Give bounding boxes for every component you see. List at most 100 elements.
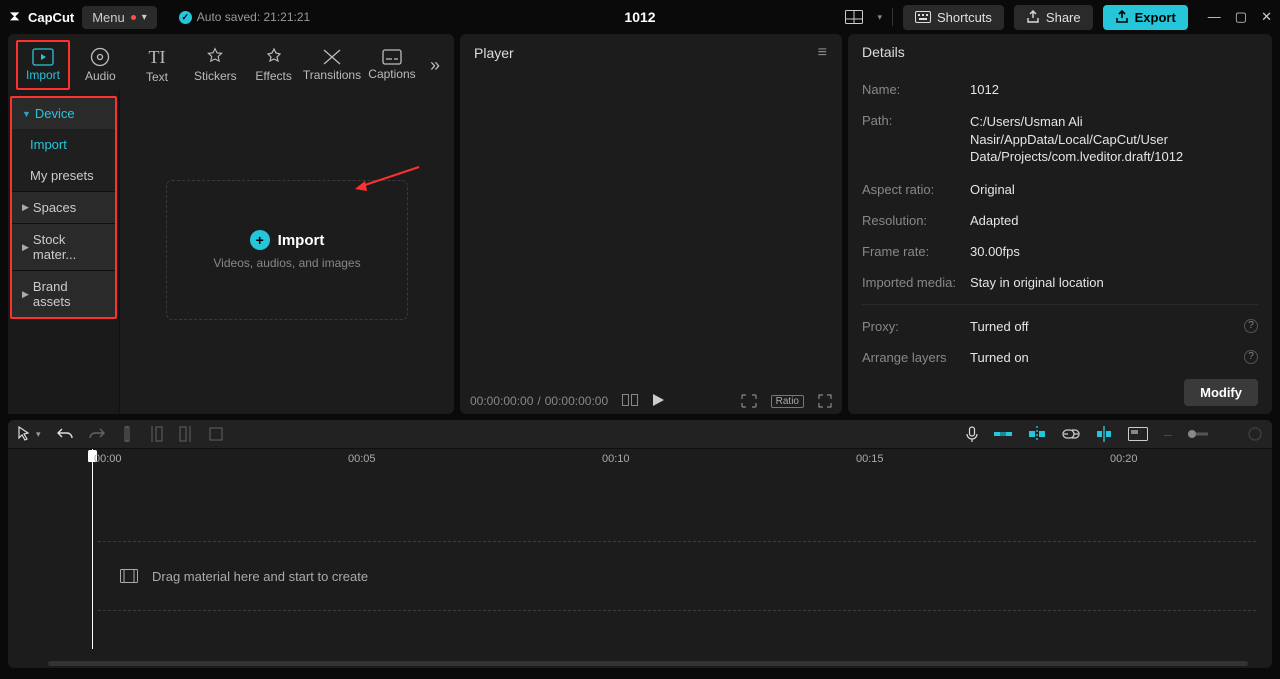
help-icon[interactable]: ? xyxy=(1244,319,1258,333)
tab-import[interactable]: Import xyxy=(16,40,70,90)
tabs-more-button[interactable]: » xyxy=(424,55,446,76)
effects-icon xyxy=(264,47,284,67)
timeline-tracks[interactable]: Drag material here and start to create xyxy=(18,473,1262,668)
timeline-toolbar: ▾ xyxy=(8,420,1272,449)
timeline-scrollbar[interactable] xyxy=(48,661,1248,666)
tree-spaces[interactable]: ▶ Spaces xyxy=(12,192,115,223)
player-menu-button[interactable]: ≡ xyxy=(818,44,828,62)
app-name: CapCut xyxy=(28,10,74,25)
ruler-tick: 00:15 xyxy=(856,453,884,465)
delete-button[interactable] xyxy=(209,427,223,441)
captions-icon xyxy=(382,49,402,65)
caret-right-icon: ▶ xyxy=(22,242,29,253)
tab-effects[interactable]: Effects xyxy=(247,40,300,90)
menu-button[interactable]: Menu ▾ xyxy=(82,6,157,29)
caret-down-icon: ▼ xyxy=(22,109,31,119)
import-button-label: Import xyxy=(278,232,325,249)
export-icon xyxy=(1115,10,1129,24)
arrow-annotation-icon xyxy=(351,163,421,191)
delete-right-button[interactable] xyxy=(179,426,193,442)
magnet-button[interactable] xyxy=(994,427,1012,441)
transitions-icon xyxy=(322,48,342,66)
app-logo: CapCut xyxy=(8,9,74,25)
detail-resolution-label: Resolution: xyxy=(862,213,970,228)
detail-path-value: C:/Users/Usman Ali Nasir/AppData/Local/C… xyxy=(970,113,1258,166)
detail-layers-value: Turned on xyxy=(970,350,1238,365)
shortcuts-button[interactable]: Shortcuts xyxy=(903,5,1004,30)
zoom-fit-button[interactable] xyxy=(1248,427,1262,441)
share-icon xyxy=(1026,10,1040,24)
media-tabs: Import Audio TI Text Stickers xyxy=(8,34,454,90)
import-icon xyxy=(32,48,54,66)
share-button[interactable]: Share xyxy=(1014,5,1093,30)
capcut-icon xyxy=(8,9,24,25)
detail-resolution-value: Adapted xyxy=(970,213,1258,228)
undo-button[interactable] xyxy=(57,427,73,441)
preview-axis-button[interactable] xyxy=(1096,426,1112,442)
timeline-ruler[interactable]: 00:00 00:05 00:10 00:15 00:20 xyxy=(8,449,1272,473)
ruler-tick: 00:05 xyxy=(348,453,376,465)
export-button[interactable]: Export xyxy=(1103,5,1188,30)
snap-button[interactable] xyxy=(1028,426,1046,442)
redo-button[interactable] xyxy=(89,427,105,441)
details-title: Details xyxy=(862,44,905,60)
tree-my-presets[interactable]: My presets xyxy=(12,160,115,191)
player-panel: Player ≡ 00:00:00:00 / 00:00:00:00 Rati xyxy=(460,34,842,414)
tab-stickers[interactable]: Stickers xyxy=(187,40,243,90)
tab-captions[interactable]: Captions xyxy=(364,40,420,90)
detail-name-label: Name: xyxy=(862,82,970,97)
layout-button[interactable] xyxy=(841,6,867,28)
player-controls: 00:00:00:00 / 00:00:00:00 Ratio xyxy=(460,388,842,414)
detail-aspect-label: Aspect ratio: xyxy=(862,182,970,197)
selection-tool[interactable]: ▾ xyxy=(18,426,41,442)
media-panel: Import Audio TI Text Stickers xyxy=(8,34,454,414)
timeline-panel: ▾ xyxy=(8,420,1272,668)
split-button[interactable] xyxy=(121,426,133,442)
zoom-slider[interactable] xyxy=(1188,429,1208,439)
help-icon[interactable]: ? xyxy=(1244,350,1258,364)
tree-brand-assets[interactable]: ▶ Brand assets xyxy=(12,271,115,317)
keyboard-icon xyxy=(915,11,931,23)
ratio-button[interactable]: Ratio xyxy=(771,395,804,408)
play-button[interactable] xyxy=(652,394,664,408)
frame-icon[interactable] xyxy=(741,394,757,408)
maximize-button[interactable]: ▢ xyxy=(1235,9,1247,25)
minimize-button[interactable]: — xyxy=(1208,9,1221,25)
timeline-dropzone[interactable]: Drag material here and start to create xyxy=(98,541,1256,611)
chevron-down-icon: ▾ xyxy=(877,12,882,23)
detail-layers-label: Arrange layers xyxy=(862,350,970,365)
detail-aspect-value: Original xyxy=(970,182,1258,197)
check-circle-icon xyxy=(179,11,192,24)
import-subtext: Videos, audios, and images xyxy=(213,256,360,270)
chevron-down-icon: ▾ xyxy=(36,429,41,440)
stickers-icon xyxy=(205,47,225,67)
delete-left-button[interactable] xyxy=(149,426,163,442)
tab-transitions[interactable]: Transitions xyxy=(304,40,360,90)
ruler-tick: 00:10 xyxy=(602,453,630,465)
import-dropzone[interactable]: + Import Videos, audios, and images xyxy=(166,180,408,320)
cover-button[interactable] xyxy=(1128,427,1148,441)
close-button[interactable]: ✕ xyxy=(1261,9,1272,25)
fullscreen-button[interactable] xyxy=(818,394,832,408)
text-icon: TI xyxy=(149,47,166,68)
detail-media-value: Stay in original location xyxy=(970,275,1258,290)
link-button[interactable] xyxy=(1062,429,1080,439)
titlebar: CapCut Menu ▾ Auto saved: 21:21:21 1012 … xyxy=(0,0,1280,34)
tab-text[interactable]: TI Text xyxy=(131,40,184,90)
source-tree: ▼ Device Import My presets ▶ Spaces xyxy=(8,90,120,414)
mic-button[interactable] xyxy=(966,426,978,442)
plus-circle-icon: + xyxy=(250,230,270,250)
film-icon xyxy=(120,569,138,583)
player-viewport[interactable] xyxy=(460,72,842,388)
compare-icon[interactable] xyxy=(622,394,638,408)
audio-icon xyxy=(90,47,110,67)
caret-right-icon: ▶ xyxy=(22,289,29,300)
tree-stock-material[interactable]: ▶ Stock mater... xyxy=(12,224,115,270)
tree-import[interactable]: Import xyxy=(12,129,115,160)
modify-button[interactable]: Modify xyxy=(1184,379,1258,406)
tab-audio[interactable]: Audio xyxy=(74,40,127,90)
notification-dot-icon xyxy=(131,15,136,20)
zoom-out-button[interactable]: – xyxy=(1164,426,1172,442)
detail-proxy-value: Turned off xyxy=(970,319,1238,334)
tree-device[interactable]: ▼ Device xyxy=(12,98,115,129)
